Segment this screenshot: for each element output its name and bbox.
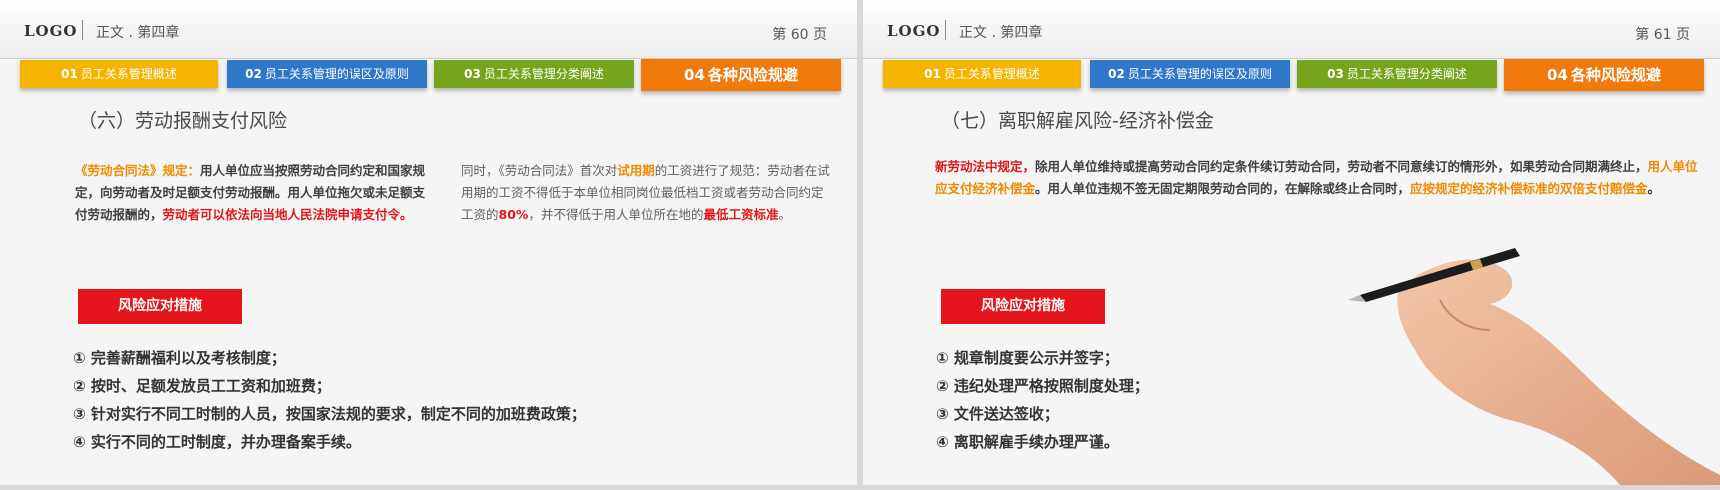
tab-num: 04 <box>684 66 705 84</box>
risk-measures-label: 风险应对措施 <box>941 289 1105 324</box>
list-item: ③ 针对实行不同工时制的人员，按国家法规的要求，制定不同的加班费政策； <box>73 405 586 423</box>
slide-61: LOGO 正文 . 第四章 第 61 页 01 员工关系管理概述 02 员工关系管理… <box>863 0 1720 485</box>
probation-percent: 80% <box>498 207 529 222</box>
law-highlight: 劳动者可以依法向当地人民法院申请支付令。 <box>162 207 413 222</box>
tab-classification[interactable]: 03 员工关系管理分类阐述 <box>434 60 634 88</box>
tab-num: 03 <box>464 67 481 81</box>
page-number: 第 61 页 <box>1635 27 1690 43</box>
slide-header: LOGO 正文 . 第四章 第 60 页 <box>0 0 857 59</box>
logo: LOGO <box>24 22 78 40</box>
tab-num: 04 <box>1547 66 1568 84</box>
tab-label: 各种风险规避 <box>707 66 798 84</box>
tab-classification[interactable]: 03 员工关系管理分类阐述 <box>1297 60 1497 88</box>
tab-num: 02 <box>1108 67 1125 81</box>
law-paragraph: 《劳动合同法》规定：用人单位应当按照劳动合同约定和国家规定，向劳动者及时足额支付… <box>75 160 430 226</box>
slide-header: LOGO 正文 . 第四章 第 61 页 <box>863 0 1720 59</box>
severance-text: 。 <box>1647 181 1661 196</box>
measures-list: ① 规章制度要公示并签字； ② 违纪处理严格按照制度处理； ③ 文件送达签收； … <box>936 344 1149 456</box>
tab-label: 员工关系管理的误区及原则 <box>1127 67 1272 81</box>
risk-measures-label: 风险应对措施 <box>78 289 242 324</box>
min-wage-highlight: 最低工资标准 <box>703 207 779 222</box>
tab-label: 员工关系管理概述 <box>80 67 177 81</box>
probation-text: 同时，《劳动合同法》首次对 <box>461 163 618 178</box>
tab-num: 01 <box>924 67 941 81</box>
hand-holding-pen-icon <box>1348 248 1720 485</box>
list-item: ③ 文件送达签收； <box>936 405 1059 423</box>
tab-overview[interactable]: 01 员工关系管理概述 <box>883 60 1081 88</box>
list-item: ② 按时、足额发放员工工资和加班费； <box>73 377 331 395</box>
logo: LOGO <box>887 22 941 40</box>
tab-label: 各种风险规避 <box>1570 66 1661 84</box>
probation-paragraph: 同时，《劳动合同法》首次对试用期的工资进行了规范：劳动者在试用期的工资不得低于本… <box>461 160 831 226</box>
double-pay-highlight: 应按规定的经济补偿标准的双倍支付赔偿金 <box>1410 181 1648 196</box>
severance-text: 除用人单位维持或提高劳动合同约定条件续订劳动合同，劳动者不同意续订的情形外，如果… <box>1035 159 1648 174</box>
tab-label: 员工关系管理分类阐述 <box>1346 67 1467 81</box>
severance-paragraph: 新劳动法中规定，除用人单位维持或提高劳动合同约定条件续订劳动合同，劳动者不同意续… <box>935 156 1700 200</box>
tab-misconceptions[interactable]: 02 员工关系管理的误区及原则 <box>227 60 427 88</box>
slide-title: （七）离职解雇风险-经济补偿金 <box>941 110 1214 132</box>
probation-text: ，并不得低于用人单位所在地的 <box>528 207 704 222</box>
probation-highlight: 试用期 <box>617 163 655 178</box>
slide-60: LOGO 正文 . 第四章 第 60 页 01 员工关系管理概述 02 员工关系管理… <box>0 0 857 485</box>
tab-misconceptions[interactable]: 02 员工关系管理的误区及原则 <box>1090 60 1290 88</box>
tab-num: 03 <box>1327 67 1344 81</box>
law-name: 新劳动法中规定， <box>935 159 1036 174</box>
chapter-label: 正文 . 第四章 <box>96 25 180 41</box>
tab-label: 员工关系管理概述 <box>943 67 1040 81</box>
tab-overview[interactable]: 01 员工关系管理概述 <box>20 60 218 88</box>
page-number: 第 60 页 <box>772 27 827 43</box>
list-item: ② 违纪处理严格按照制度处理； <box>936 377 1149 395</box>
tab-label: 员工关系管理分类阐述 <box>483 67 604 81</box>
tab-num: 01 <box>61 67 78 81</box>
law-name: 《劳动合同法》规定： <box>75 163 201 178</box>
chapter-label: 正文 . 第四章 <box>959 25 1043 41</box>
list-item: ④ 实行不同的工时制度，并办理备案手续。 <box>73 433 361 451</box>
tab-num: 02 <box>245 67 262 81</box>
list-item: ① 完善薪酬福利以及考核制度； <box>73 349 286 367</box>
list-item: ① 规章制度要公示并签字； <box>936 349 1119 367</box>
severance-text: 。用人单位违规不签无固定期限劳动合同的，在解除或终止合同时， <box>1035 181 1411 196</box>
list-item: ④ 离职解雇手续办理严谨。 <box>936 433 1119 451</box>
probation-text: 。 <box>778 207 791 222</box>
tab-risk-avoidance[interactable]: 04 各种风险规避 <box>1504 59 1704 91</box>
section-tabs: 01 员工关系管理概述 02 员工关系管理的误区及原则 03 员工关系管理分类阐述 0… <box>883 59 1704 91</box>
header-divider <box>945 20 946 40</box>
measures-list: ① 完善薪酬福利以及考核制度； ② 按时、足额发放员工工资和加班费； ③ 针对实… <box>73 344 586 456</box>
section-tabs: 01 员工关系管理概述 02 员工关系管理的误区及原则 03 员工关系管理分类阐述 0… <box>20 59 841 91</box>
header-divider <box>82 20 83 40</box>
tab-risk-avoidance[interactable]: 04 各种风险规避 <box>641 59 841 91</box>
tab-label: 员工关系管理的误区及原则 <box>264 67 409 81</box>
slide-title: （六）劳动报酬支付风险 <box>78 110 288 132</box>
